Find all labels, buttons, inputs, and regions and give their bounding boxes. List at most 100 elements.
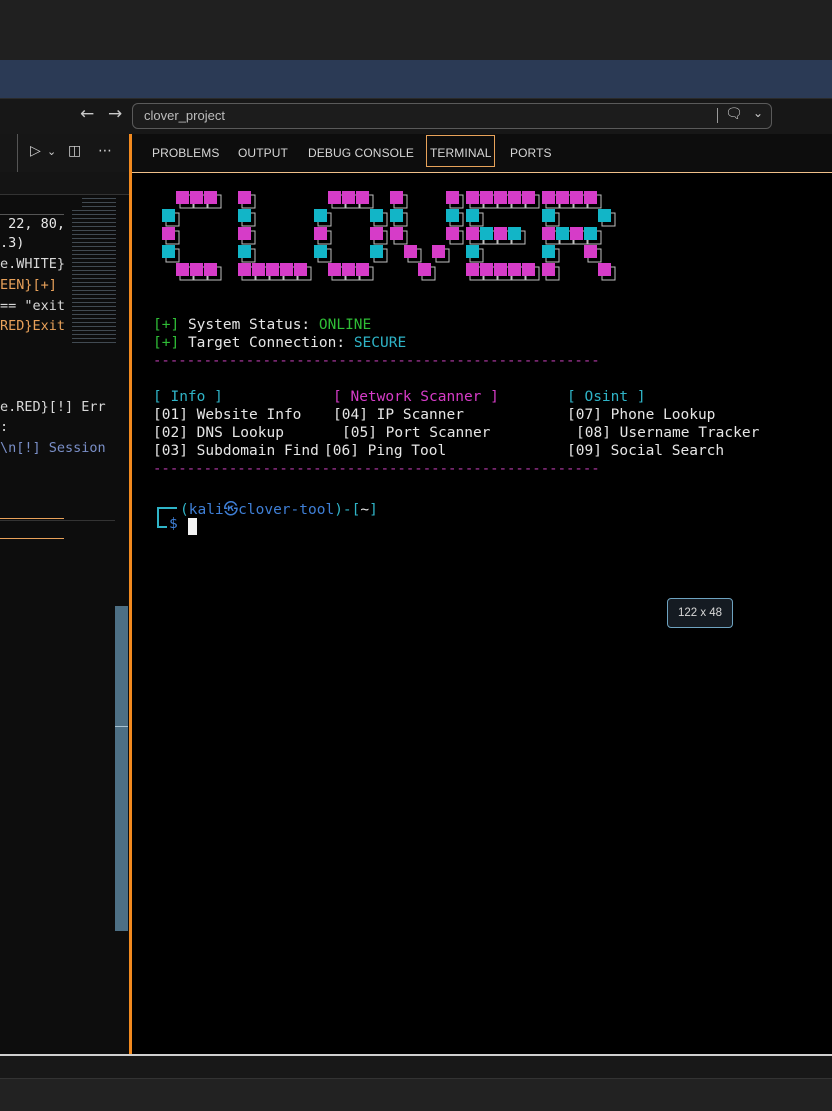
prompt-line: (kali㉿clover-tool)-[~] [180, 498, 378, 519]
logo-block [556, 227, 569, 240]
logo-block [280, 263, 293, 276]
menu-item-09: [09] Social Search [567, 443, 725, 459]
logo-block [294, 263, 307, 276]
status-prefix: [+] [153, 317, 180, 333]
logo-block [238, 245, 251, 258]
logo-letter-l [238, 191, 312, 281]
logo-letter-e [466, 191, 540, 281]
run-icon[interactable]: ▷ [30, 143, 41, 159]
logo-block [314, 209, 327, 222]
logo-block [356, 191, 369, 204]
logo-letter-o [314, 191, 388, 281]
logo-block [542, 227, 555, 240]
code-line: \n[!] Session [0, 440, 106, 456]
menu-item-07: [07] Phone Lookup [567, 407, 716, 423]
code-line: 22, 80, [0, 216, 66, 232]
logo-block [176, 263, 189, 276]
logo-block [356, 263, 369, 276]
logo-block [162, 245, 175, 258]
logo-block [480, 227, 493, 240]
logo-block [266, 263, 279, 276]
divider-bottom: ----------------------------------------… [153, 461, 600, 477]
prompt-symbol: $ [169, 516, 178, 532]
column-network-header: [ Network Scanner ] [333, 389, 499, 405]
logo-block [342, 191, 355, 204]
terminal-cursor [188, 518, 197, 535]
logo-block [570, 191, 583, 204]
search-input[interactable]: clover_project [144, 108, 225, 123]
logo-block [390, 209, 403, 222]
logo-letter-v [390, 191, 464, 281]
logo-block [494, 191, 507, 204]
copilot-chat-icon[interactable]: 🗨 [725, 106, 743, 122]
minimap-mask [72, 198, 82, 208]
editor-scroll-mark [115, 726, 128, 727]
logo-block [466, 209, 479, 222]
tab-debug-console[interactable]: DEBUG CONSOLE [308, 146, 414, 160]
logo-block [522, 191, 535, 204]
split-editor-icon[interactable]: ◫ [68, 143, 81, 159]
logo-block [480, 263, 493, 276]
logo-block [480, 191, 493, 204]
logo-block [584, 245, 597, 258]
editor-tab-strip [0, 172, 129, 195]
menu-item-06: [06] Ping Tool [324, 443, 447, 459]
logo-block [370, 245, 383, 258]
code-line: e.RED}[!] Err [0, 399, 106, 415]
logo-block [542, 263, 555, 276]
chevron-down-icon[interactable]: ⌄ [753, 106, 763, 120]
tab-ports[interactable]: PORTS [510, 146, 552, 160]
minimap[interactable] [72, 198, 116, 346]
back-arrow-icon[interactable]: ← [80, 104, 94, 124]
logo-letter-c [162, 191, 222, 281]
logo-block [314, 227, 327, 240]
search-separator [717, 108, 718, 123]
window-accent-band [0, 60, 832, 98]
system-status-line: [+] System Status: ONLINE [153, 317, 371, 333]
logo-block [238, 263, 251, 276]
logo-block [508, 227, 521, 240]
prompt-corner-top [157, 507, 177, 509]
editor-ruler-line [0, 518, 64, 519]
logo-block [584, 227, 597, 240]
column-osint-header: [ Osint ] [567, 389, 646, 405]
logo-block [556, 191, 569, 204]
logo-block [584, 191, 597, 204]
logo-block [390, 227, 403, 240]
menu-item-01: [01] Website Info [153, 407, 302, 423]
logo-block [508, 263, 521, 276]
forward-arrow-icon[interactable]: → [108, 104, 122, 124]
logo-block [390, 191, 403, 204]
editor-scrollbar[interactable] [115, 606, 128, 931]
tab-output[interactable]: OUTPUT [238, 146, 288, 160]
tab-divider [17, 134, 18, 172]
logo-block [328, 263, 341, 276]
logo-block [342, 263, 355, 276]
logo-block [494, 227, 507, 240]
more-actions-icon[interactable]: ⋯ [98, 143, 112, 159]
tab-terminal[interactable]: TERMINAL [426, 135, 496, 167]
logo-block [598, 263, 611, 276]
code-line: e.WHITE} [0, 256, 66, 272]
panel-bottom-edge [0, 1054, 832, 1080]
logo-block [542, 191, 555, 204]
panel-header: PROBLEMS OUTPUT DEBUG CONSOLE TERMINAL P… [132, 134, 832, 173]
menu-item-05: [05] Port Scanner [342, 425, 491, 441]
command-center-search[interactable]: clover_project 🗨 ⌄ [132, 103, 772, 129]
logo-block [446, 191, 459, 204]
run-dropdown-chevron-icon[interactable]: ⌄ [47, 145, 56, 158]
logo-block [238, 191, 251, 204]
prompt-host: clover-tool [238, 502, 335, 518]
logo-block [162, 209, 175, 222]
menu-item-04: [04] IP Scanner [333, 407, 464, 423]
terminal[interactable]: [+] System Status: ONLINE [+] Target Con… [132, 173, 832, 1054]
editor-ruler-line [0, 520, 115, 521]
logo-block [522, 263, 535, 276]
logo-block [190, 263, 203, 276]
tab-problems[interactable]: PROBLEMS [152, 146, 220, 160]
logo-block [446, 209, 459, 222]
logo-block [466, 191, 479, 204]
prompt-corner [157, 507, 167, 528]
logo-block [432, 245, 445, 258]
logo-block [162, 227, 175, 240]
